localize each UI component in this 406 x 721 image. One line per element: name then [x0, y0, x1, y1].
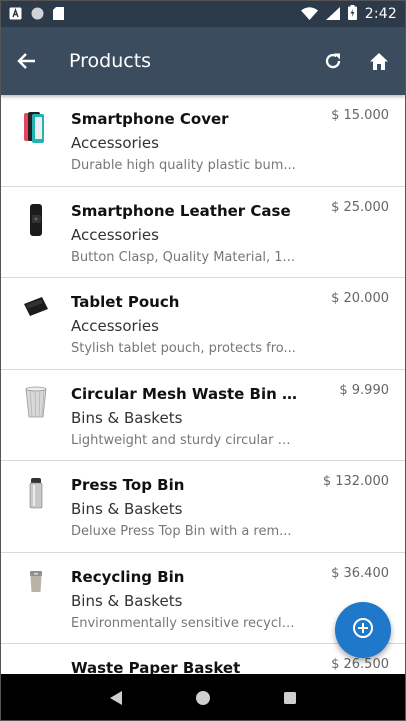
nav-recents-icon[interactable] [283, 691, 297, 705]
list-item[interactable]: Circular Mesh Waste Bin 15 l... Bins & B… [1, 370, 405, 461]
product-price: $ 36.400 [331, 565, 389, 581]
product-category: Bins & Baskets [71, 500, 183, 518]
leather-case-image [1, 187, 71, 278]
product-category: Accessories [71, 317, 159, 335]
mesh-bin-image [1, 370, 71, 461]
clock: 2:42 [364, 6, 397, 22]
home-icon[interactable] [369, 52, 389, 71]
product-description: Stylish tablet pouch, protects fro... [71, 341, 296, 356]
product-price: $ 20.000 [331, 291, 389, 306]
battery-icon [347, 4, 357, 24]
refresh-icon[interactable] [323, 51, 343, 71]
product-description: Durable high quality plastic bum... [71, 158, 296, 173]
product-name: Press Top Bin [71, 476, 185, 494]
circle-icon [31, 5, 44, 24]
arrow-left-icon[interactable] [17, 51, 37, 71]
signal-icon [325, 5, 340, 24]
product-description: Environmentally sensitive recycle... [71, 615, 299, 631]
add-circle-icon [352, 617, 374, 643]
product-name: Smartphone Leather Case [71, 201, 291, 220]
system-nav-bar [1, 674, 405, 720]
list-item[interactable]: Smartphone Cover Accessories Durable hig… [1, 95, 405, 187]
product-description: Deluxe Press Top Bin with a rem... [71, 524, 292, 539]
product-price: $ 132.000 [322, 474, 389, 489]
sd-card-icon [53, 5, 64, 24]
press-top-bin-image [1, 461, 71, 552]
product-price: $ 25.000 [331, 199, 389, 215]
product-price: $ 9.990 [339, 382, 389, 398]
page-title: Products [69, 50, 152, 72]
product-price: $ 15.000 [331, 108, 389, 123]
list-item[interactable]: Tablet Pouch Accessories Stylish tablet … [1, 278, 405, 370]
nav-home-icon[interactable] [195, 690, 211, 706]
product-name: Tablet Pouch [71, 293, 180, 311]
list-item[interactable]: Smartphone Leather Case Accessories Butt… [1, 187, 405, 278]
waste-basket-image [1, 644, 71, 674]
product-name: Circular Mesh Waste Bin 15 l... [71, 384, 299, 403]
product-category: Accessories [71, 134, 159, 152]
product-name: Recycling Bin [71, 567, 185, 586]
nav-back-icon[interactable] [109, 690, 123, 706]
product-name: Smartphone Cover [71, 110, 229, 128]
wifi-icon [300, 5, 318, 24]
recycling-bin-image [1, 553, 71, 644]
product-price: $ 26.500 [331, 657, 389, 672]
tablet-pouch-image [1, 278, 71, 369]
product-list: Smartphone Cover Accessories Durable hig… [1, 95, 405, 674]
list-item[interactable]: Press Top Bin Bins & Baskets Deluxe Pres… [1, 461, 405, 553]
product-description: Lightweight and sturdy circular m... [71, 432, 299, 448]
product-category: Bins & Baskets [71, 408, 183, 427]
product-name: Waste Paper Basket [71, 659, 241, 674]
product-description: Button Clasp, Quality Material, 1... [71, 249, 295, 265]
smartphone-cover-image [1, 95, 71, 186]
app-screen: 2:42 Products Smartphone Cover Accessori… [0, 0, 406, 721]
app-bar: Products [1, 27, 405, 95]
add-product-button[interactable] [335, 602, 391, 658]
app-a-icon [9, 5, 22, 24]
product-category: Accessories [71, 225, 159, 244]
status-bar: 2:42 [1, 1, 405, 27]
